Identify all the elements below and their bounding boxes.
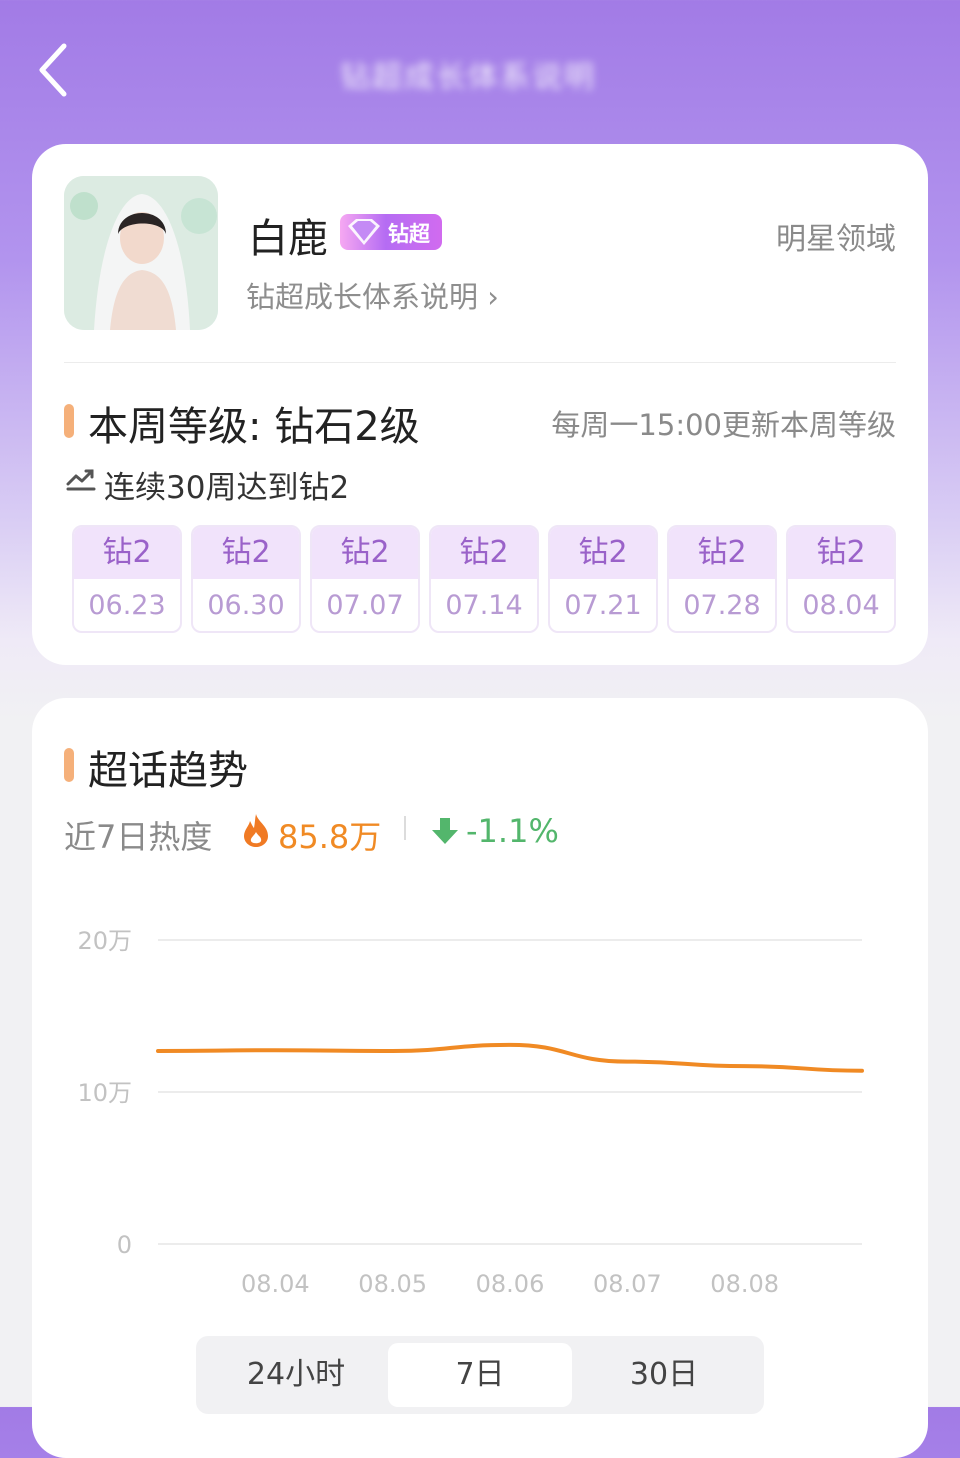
trend-up-icon <box>66 466 96 492</box>
week-level: 钻2 <box>431 527 537 579</box>
week-date: 07.28 <box>669 579 775 631</box>
page-title: 钻超成长体系说明 <box>340 52 620 84</box>
growth-system-link[interactable]: 钻超成长体系说明 › <box>246 274 499 316</box>
week-level-item: 钻2 07.14 <box>429 525 539 633</box>
x-tick-label: 08.06 <box>476 1270 545 1298</box>
week-level-item: 钻2 08.04 <box>786 525 896 633</box>
arrow-down-icon <box>430 816 460 846</box>
heat-series-line <box>158 1045 862 1071</box>
y-tick-label: 0 <box>117 1231 132 1259</box>
streak-text: 连续30周达到钻2 <box>104 462 349 507</box>
tab-24h[interactable]: 24小时 <box>204 1343 388 1407</box>
separator <box>404 816 406 840</box>
week-date: 07.07 <box>312 579 418 631</box>
range-switcher: 24小时 7日 30日 <box>196 1336 764 1414</box>
profile-card: 白鹿 钻超 钻超成长体系说明 › 明星领域 本周等级: 钻石2级 每周一15:0… <box>32 144 928 665</box>
week-date: 07.21 <box>550 579 656 631</box>
y-tick-label: 10万 <box>77 1079 132 1107</box>
week-date: 08.04 <box>788 579 894 631</box>
x-tick-label: 08.05 <box>358 1270 427 1298</box>
update-note: 每周一15:00更新本周等级 <box>551 402 896 444</box>
week-level: 钻2 <box>74 527 180 579</box>
week-level-item: 钻2 07.21 <box>548 525 658 633</box>
x-tick-label: 08.07 <box>593 1270 662 1298</box>
week-level-item: 钻2 06.23 <box>72 525 182 633</box>
diamond-icon <box>344 217 384 247</box>
y-tick-label: 20万 <box>77 927 132 955</box>
week-level-item: 钻2 06.30 <box>191 525 301 633</box>
week-level: 钻2 <box>550 527 656 579</box>
top-bar: 钻超成长体系说明 <box>0 0 960 140</box>
tab-30d[interactable]: 30日 <box>572 1343 756 1407</box>
section-marker <box>64 748 74 782</box>
x-tick-label: 08.04 <box>241 1270 310 1298</box>
week-date: 06.23 <box>74 579 180 631</box>
week-level: 钻2 <box>788 527 894 579</box>
week-date: 06.30 <box>193 579 299 631</box>
trend-chart: 0 10万 20万 08.04 08.05 08.06 08.07 08.08 <box>32 908 928 1308</box>
domain-label: 明星领域 <box>776 214 896 258</box>
weekly-level-title: 本周等级: 钻石2级 <box>88 394 420 452</box>
heat-label: 近7日热度 <box>64 812 212 858</box>
week-level: 钻2 <box>312 527 418 579</box>
trend-title: 超话趋势 <box>88 738 248 796</box>
trend-card: 超话趋势 近7日热度 85.8万 -1.1% 0 10万 20万 08.04 08.05… <box>32 698 928 1458</box>
weekly-levels: 钻2 06.23 钻2 06.30 钻2 07.07 钻2 07.14 钻2 0… <box>72 525 896 633</box>
super-badge[interactable]: 钻超 <box>340 214 442 250</box>
back-arrow-icon[interactable] <box>34 40 74 100</box>
tab-7d[interactable]: 7日 <box>388 1343 572 1407</box>
heat-change: -1.1% <box>466 812 559 850</box>
week-date: 07.14 <box>431 579 537 631</box>
week-level: 钻2 <box>193 527 299 579</box>
star-name: 白鹿 <box>248 206 328 264</box>
week-level-item: 钻2 07.28 <box>667 525 777 633</box>
badge-label: 钻超 <box>388 218 430 248</box>
divider <box>64 362 896 363</box>
fire-icon <box>240 812 272 848</box>
week-level: 钻2 <box>669 527 775 579</box>
x-tick-label: 08.08 <box>710 1270 779 1298</box>
section-marker <box>64 404 74 438</box>
week-level-item: 钻2 07.07 <box>310 525 420 633</box>
avatar[interactable] <box>64 176 218 330</box>
heat-value: 85.8万 <box>278 812 381 858</box>
